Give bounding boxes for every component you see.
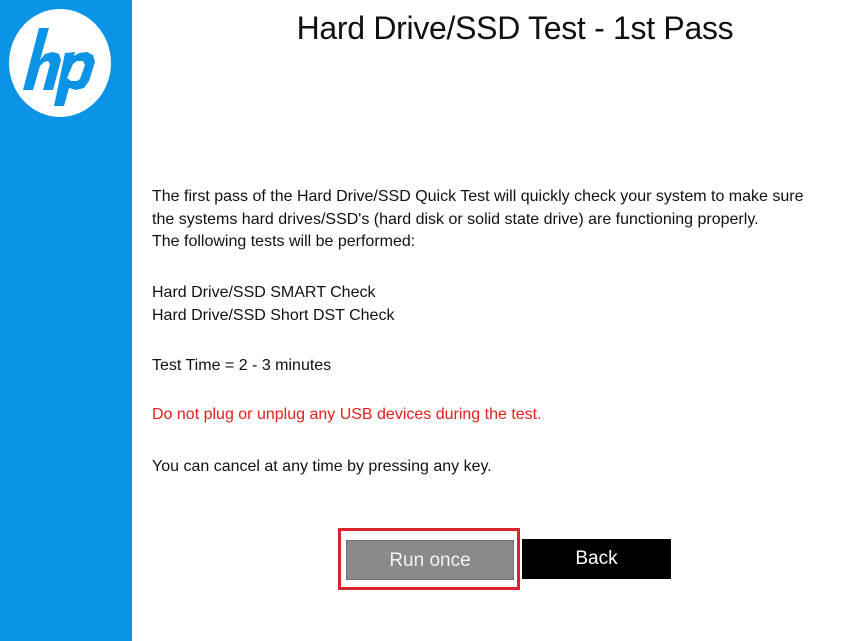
- cancel-note-text: You can cancel at any time by pressing a…: [152, 458, 492, 475]
- page-title: Hard Drive/SSD Test - 1st Pass: [296, 10, 734, 46]
- hp-diagnostics-page: Hard Drive/SSD Test - 1st Pass The first…: [0, 0, 850, 641]
- test-list-item: Hard Drive/SSD Short DST Check: [152, 306, 395, 324]
- test-time-text: Test Time = 2 - 3 minutes: [152, 357, 332, 374]
- intro-line: The first pass of the Hard Drive/SSD Qui…: [152, 188, 804, 205]
- intro-line: the systems hard drives/SSD's (hard disk…: [152, 210, 759, 228]
- back-button[interactable]: Back: [522, 539, 671, 579]
- intro-paragraph: The first pass of the Hard Drive/SSD Qui…: [152, 186, 803, 254]
- usb-warning-text: Do not plug or unplug any USB devices du…: [152, 406, 542, 423]
- test-list: Hard Drive/SSD SMART Check Hard Drive/SS…: [152, 282, 394, 327]
- hp-logo: [9, 9, 111, 117]
- run-once-button[interactable]: Run once: [346, 540, 514, 580]
- intro-line: The following tests will be performed:: [152, 233, 416, 250]
- brand-sidebar: [0, 0, 132, 641]
- test-list-item: Hard Drive/SSD SMART Check: [152, 284, 376, 301]
